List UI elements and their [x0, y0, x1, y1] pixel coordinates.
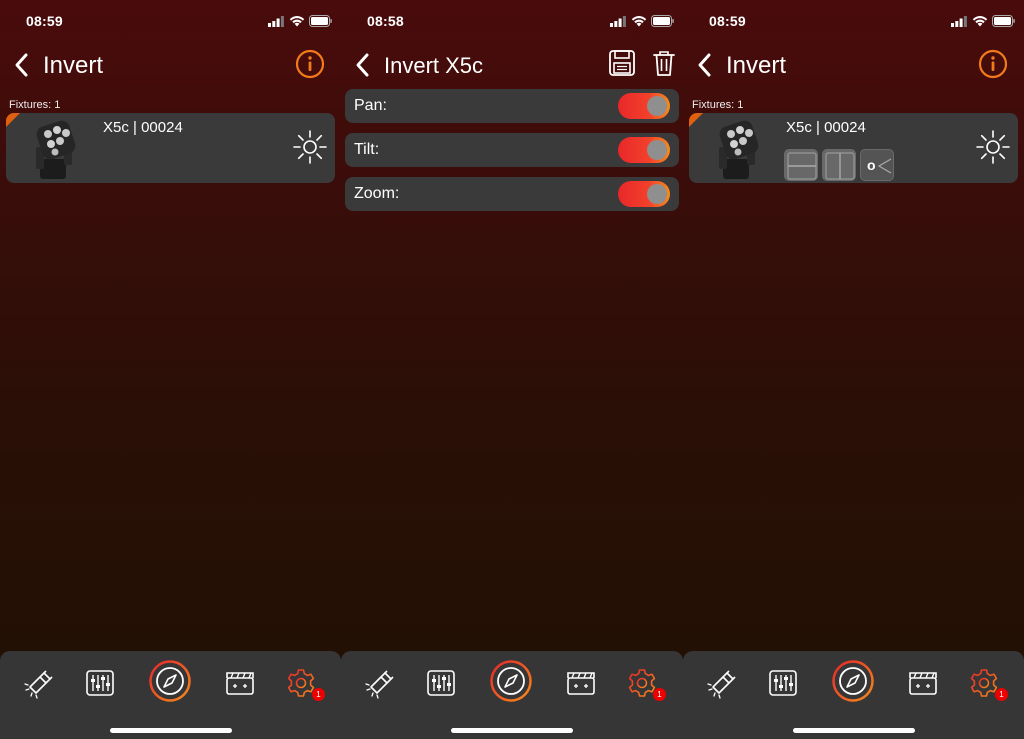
fixture-card[interactable]: X5c | 00024 o [689, 113, 1018, 183]
invert-pan-button[interactable] [784, 149, 818, 181]
row-pan: Pan: [345, 89, 679, 123]
signal-icon [268, 16, 284, 27]
wifi-icon [631, 16, 647, 27]
light-bulb-icon[interactable] [292, 129, 328, 165]
notification-badge: 1 [653, 688, 666, 701]
status-time: 08:59 [709, 13, 746, 29]
screen-invert-list: 08:59 Invert Fixtures: 1 X5c | 00024 1 [0, 0, 341, 739]
flashlight-icon[interactable] [705, 665, 741, 701]
zoom-toggle[interactable] [618, 181, 670, 207]
selected-corner-marker [689, 113, 703, 127]
battery-icon [309, 15, 332, 27]
signal-icon [610, 16, 626, 27]
flashlight-icon[interactable] [363, 665, 399, 701]
toggle-knob [647, 140, 667, 160]
vertical-split-icon [825, 152, 855, 180]
battery-icon [651, 15, 674, 27]
page-title: Invert X5c [384, 53, 484, 78]
wifi-icon [972, 16, 988, 27]
fixture-name: X5c | 00024 [103, 119, 183, 136]
page-title: Invert [43, 52, 104, 79]
signal-icon [951, 16, 967, 27]
fixtures-count: Fixtures: 1 [9, 99, 61, 111]
wifi-icon [289, 16, 305, 27]
row-label: Zoom: [354, 185, 400, 202]
moving-head-icon [719, 120, 759, 179]
row-label: Pan: [354, 97, 387, 114]
home-indicator [451, 728, 573, 733]
screen-invert-list-expanded: 08:59 Invert Fixtures: 1 X5c | 00024 o 1 [683, 0, 1024, 739]
zoom-glyph: o [867, 157, 876, 173]
invert-tilt-button[interactable] [822, 149, 856, 181]
status-time: 08:58 [367, 13, 404, 29]
bottom-nav: 1 [683, 651, 1024, 739]
screen-invert-settings: 08:58 Invert X5c Pan: Tilt: Zoom: 1 [341, 0, 683, 739]
compass-icon[interactable] [490, 660, 532, 702]
home-indicator [109, 728, 232, 733]
row-tilt: Tilt: [345, 133, 679, 167]
chevron-left-icon[interactable] [353, 52, 371, 78]
pan-toggle[interactable] [618, 93, 670, 119]
clapperboard-icon[interactable] [905, 665, 941, 701]
fixture-name: X5c | 00024 [786, 119, 866, 136]
header: Invert [683, 46, 1024, 86]
notification-badge: 1 [995, 688, 1008, 701]
status-bar: 08:59 [683, 0, 1024, 44]
invert-buttons: o [784, 149, 894, 181]
tilt-toggle[interactable] [618, 137, 670, 163]
notification-badge: 1 [312, 688, 325, 701]
fixture-card[interactable]: X5c | 00024 [6, 113, 335, 183]
mixer-icon[interactable] [423, 665, 459, 701]
compass-icon[interactable] [149, 660, 191, 702]
chevron-left-icon[interactable] [12, 52, 30, 78]
clapperboard-icon[interactable] [222, 665, 258, 701]
status-bar: 08:58 [341, 0, 683, 44]
info-icon[interactable] [978, 49, 1008, 79]
row-zoom: Zoom: [345, 177, 679, 211]
horizontal-split-icon [787, 152, 817, 180]
moving-head-icon [36, 120, 76, 179]
app-root: 08:59 Invert Fixtures: 1 X5c | 00024 1 0… [0, 0, 1024, 739]
bottom-nav: 1 [0, 651, 341, 739]
status-bar: 08:59 [0, 0, 341, 44]
chevron-left-icon[interactable] [695, 52, 713, 78]
flashlight-icon[interactable] [22, 665, 58, 701]
selected-corner-marker [6, 113, 20, 127]
header: Invert [0, 46, 341, 86]
toggle-knob [647, 184, 667, 204]
mixer-icon[interactable] [82, 665, 118, 701]
trash-icon[interactable] [651, 48, 677, 78]
invert-zoom-button[interactable]: o [860, 149, 894, 181]
clapperboard-icon[interactable] [563, 665, 599, 701]
light-bulb-icon[interactable] [975, 129, 1011, 165]
battery-icon [992, 15, 1015, 27]
info-icon[interactable] [295, 49, 325, 79]
page-title: Invert [726, 52, 787, 79]
row-label: Tilt: [354, 141, 380, 158]
compass-icon[interactable] [832, 660, 874, 702]
mixer-icon[interactable] [765, 665, 801, 701]
status-time: 08:59 [26, 13, 63, 29]
toggle-knob [647, 96, 667, 116]
bottom-nav: 1 [341, 651, 683, 739]
fixtures-count: Fixtures: 1 [692, 99, 744, 111]
save-icon[interactable] [608, 48, 636, 78]
home-indicator [792, 728, 915, 733]
header: Invert X5c [341, 46, 683, 86]
